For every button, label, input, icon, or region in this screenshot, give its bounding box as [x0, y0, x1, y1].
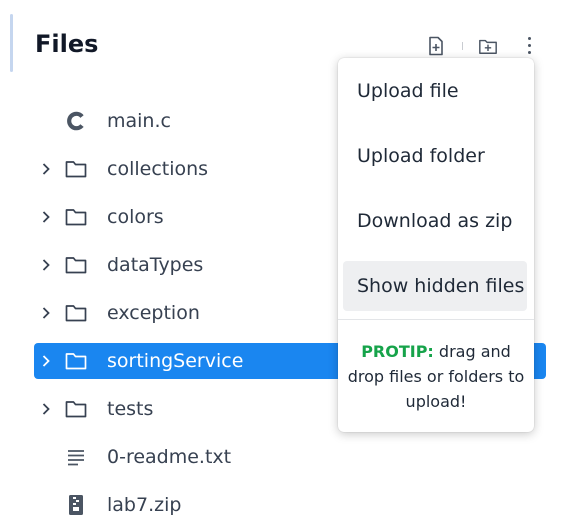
chevron-right-icon[interactable] — [40, 354, 52, 368]
upload-options-menu: Upload file Upload folder Download as zi… — [338, 58, 534, 432]
header-divider — [462, 42, 463, 50]
chevron-right-icon[interactable] — [40, 258, 52, 272]
tree-item-label: sortingService — [107, 350, 244, 372]
menu-item-show-hidden[interactable]: Show hidden files — [343, 261, 527, 311]
tree-item-label: collections — [107, 158, 209, 180]
tree-item-label: 0-readme.txt — [107, 446, 232, 468]
chevron-right-icon[interactable] — [40, 306, 52, 320]
tree-item-label: dataTypes — [107, 254, 204, 276]
more-options-icon[interactable] — [522, 34, 538, 58]
text-file-icon — [64, 446, 88, 468]
folder-icon — [64, 350, 88, 372]
folder-icon — [64, 398, 88, 420]
menu-item-download-zip[interactable]: Download as zip — [343, 196, 527, 246]
panel-title: Files — [35, 30, 99, 58]
tree-item-lab7-zip[interactable]: lab7.zip — [34, 487, 546, 523]
menu-divider — [338, 319, 534, 320]
zip-file-icon — [64, 494, 88, 516]
folder-icon — [64, 254, 88, 276]
protip-label: PROTIP: — [361, 342, 434, 361]
tree-item-label: colors — [107, 206, 164, 228]
new-folder-icon[interactable] — [478, 34, 498, 58]
folder-icon — [64, 302, 88, 324]
panel-accent-bar — [10, 14, 13, 72]
menu-item-upload-file[interactable]: Upload file — [343, 66, 527, 116]
tree-item-label: tests — [107, 398, 154, 420]
folder-icon — [64, 206, 88, 228]
tree-item-label: exception — [107, 302, 200, 324]
c-language-icon — [64, 110, 88, 132]
tree-item-label: main.c — [107, 110, 171, 132]
new-file-icon[interactable] — [426, 34, 446, 58]
protip-text: PROTIP: drag and drop files or folders t… — [346, 339, 526, 414]
folder-icon — [64, 158, 88, 180]
chevron-right-icon[interactable] — [40, 162, 52, 176]
menu-item-upload-folder[interactable]: Upload folder — [343, 131, 527, 181]
chevron-right-icon[interactable] — [40, 402, 52, 416]
tree-item-label: lab7.zip — [107, 494, 182, 516]
chevron-right-icon[interactable] — [40, 210, 52, 224]
tree-item-readme[interactable]: 0-readme.txt — [34, 439, 546, 475]
